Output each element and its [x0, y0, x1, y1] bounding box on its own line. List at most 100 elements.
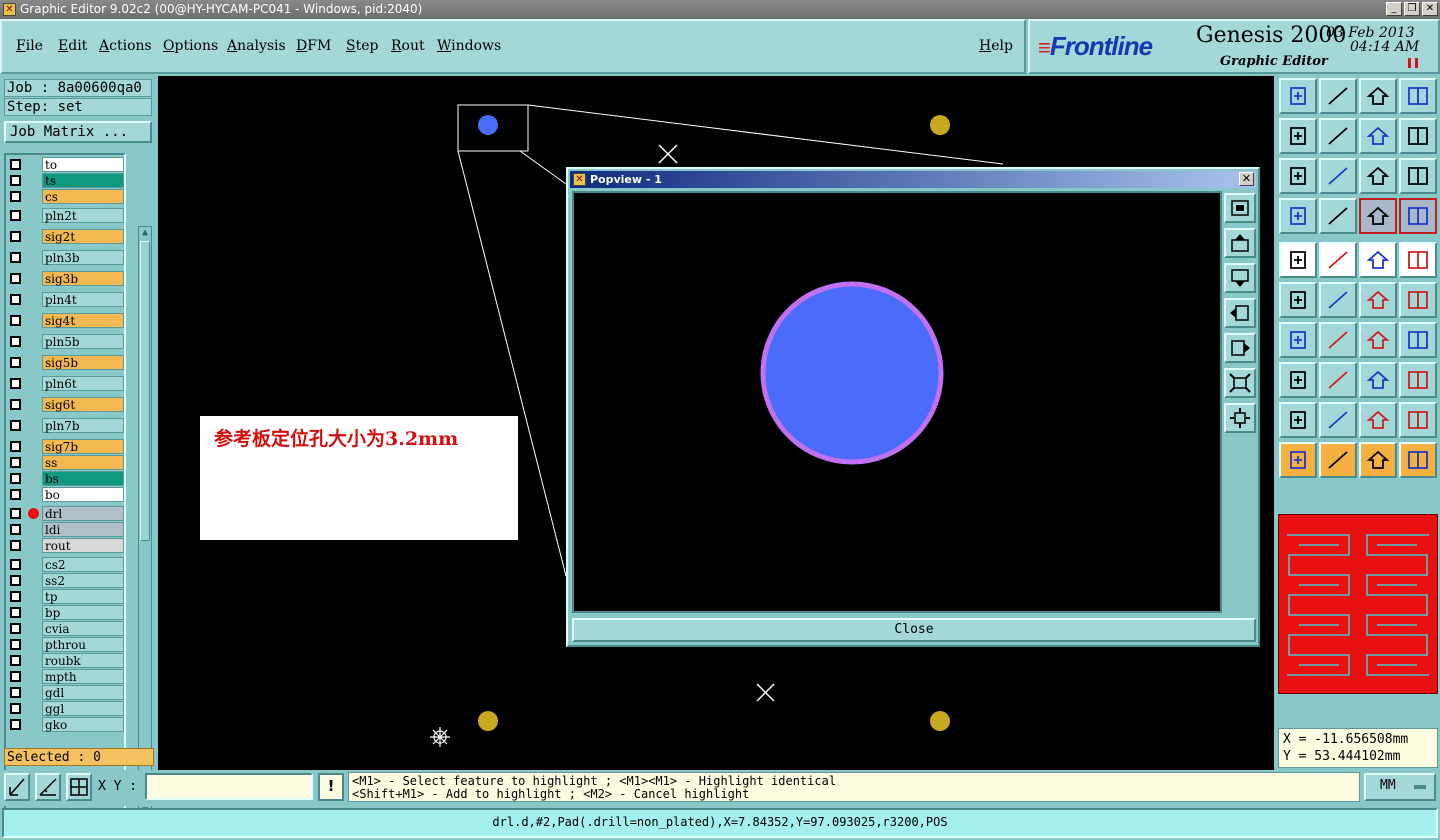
- layer-name[interactable]: sig2t: [42, 229, 124, 244]
- units-selector[interactable]: MM: [1364, 773, 1436, 801]
- layer-checkbox[interactable]: [10, 420, 21, 431]
- close-window-icon[interactable]: ✕: [1422, 2, 1438, 16]
- menu-analysis[interactable]: Analysis: [227, 38, 286, 54]
- layer-row-pln6t[interactable]: pln6t: [8, 376, 124, 391]
- layer-checkbox[interactable]: [10, 623, 21, 634]
- cross-icon[interactable]: [1319, 282, 1357, 318]
- pan-up-icon[interactable]: [1224, 228, 1256, 258]
- layer-checkbox[interactable]: [10, 639, 21, 650]
- layer-row-ss2[interactable]: ss2: [8, 573, 124, 588]
- layer-name[interactable]: cs: [42, 189, 124, 204]
- layer-checkbox[interactable]: [10, 687, 21, 698]
- fit-icon[interactable]: [1279, 158, 1317, 194]
- layer-list-scrollbar[interactable]: ▲ ▼: [138, 226, 152, 818]
- diagonal-icon[interactable]: [1319, 322, 1357, 358]
- angle-icon[interactable]: [1279, 322, 1317, 358]
- connect-icon[interactable]: [1279, 282, 1317, 318]
- layer-row-bp[interactable]: bp: [8, 605, 124, 620]
- layer-name[interactable]: tp: [42, 589, 124, 604]
- scale-1-2-icon[interactable]: [1359, 158, 1397, 194]
- redraw-icon[interactable]: [1399, 118, 1437, 154]
- layer-checkbox[interactable]: [10, 655, 21, 666]
- triangle-alt-icon[interactable]: [1319, 402, 1357, 438]
- layer-checkbox[interactable]: [10, 231, 21, 242]
- layer-name[interactable]: to: [42, 157, 124, 172]
- measure-icon[interactable]: [35, 773, 61, 801]
- panel-thumbnail[interactable]: [1278, 514, 1438, 694]
- layer-name[interactable]: drl: [42, 506, 124, 521]
- layer-row-tp[interactable]: tp: [8, 589, 124, 604]
- layer-name[interactable]: pthrou: [42, 637, 124, 652]
- layer-row-pln3b[interactable]: pln3b: [8, 250, 124, 265]
- pad-select-icon[interactable]: [1279, 242, 1317, 278]
- layer-row-sig4t[interactable]: sig4t: [8, 313, 124, 328]
- layer-name[interactable]: cs2: [42, 557, 124, 572]
- layer-checkbox[interactable]: [10, 508, 21, 519]
- layer-name[interactable]: ldi: [42, 522, 124, 537]
- undo-zoom-icon[interactable]: [1359, 118, 1397, 154]
- pan-down-icon[interactable]: [1224, 263, 1256, 293]
- warning-icon[interactable]: !: [318, 773, 344, 801]
- layer-row-pln5b[interactable]: pln5b: [8, 334, 124, 349]
- grid-icon[interactable]: [66, 773, 92, 801]
- layer-name[interactable]: bp: [42, 605, 124, 620]
- layer-name[interactable]: cvia: [42, 621, 124, 636]
- layer-row-sig3b[interactable]: sig3b: [8, 271, 124, 286]
- layer-name[interactable]: ss: [42, 455, 124, 470]
- popview-canvas[interactable]: [572, 191, 1222, 613]
- layer-checkbox[interactable]: [10, 703, 21, 714]
- layer-checkbox[interactable]: [10, 473, 21, 484]
- pan-down-icon[interactable]: [1319, 78, 1357, 114]
- layer-checkbox[interactable]: [10, 457, 21, 468]
- layer-name[interactable]: pln2t: [42, 208, 124, 223]
- layer-checkbox[interactable]: [10, 191, 21, 202]
- layer-checkbox[interactable]: [10, 378, 21, 389]
- zoom-center-icon[interactable]: [1319, 158, 1357, 194]
- popview-titlebar[interactable]: ✕ Popview - 1 ✕: [570, 171, 1256, 188]
- scroll-up-icon[interactable]: ▲: [139, 227, 151, 239]
- layer-name[interactable]: sig4t: [42, 313, 124, 328]
- restore-icon[interactable]: ❐: [1404, 2, 1420, 16]
- line-snap-icon[interactable]: [1359, 282, 1397, 318]
- menu-edit[interactable]: Edit: [58, 38, 87, 54]
- layer-checkbox[interactable]: [10, 357, 21, 368]
- layer-checkbox[interactable]: [10, 399, 21, 410]
- layer-tree-icon[interactable]: [1359, 198, 1397, 234]
- menu-options[interactable]: Options: [163, 38, 218, 54]
- layer-row-sig7b[interactable]: sig7b: [8, 439, 124, 454]
- line-add-icon[interactable]: [1319, 362, 1357, 398]
- layer-list[interactable]: to ts cs pln2t sig2t pln3b sig3b pln4t sig4t pln5…: [4, 153, 126, 815]
- shape-icon[interactable]: [1319, 242, 1357, 278]
- ring-icon[interactable]: [1399, 242, 1437, 278]
- snap-icon[interactable]: [4, 773, 30, 801]
- layer-row-ss[interactable]: ss: [8, 455, 124, 470]
- layer-name[interactable]: gko: [42, 717, 124, 732]
- zoom-home-icon[interactable]: [1224, 193, 1256, 223]
- home-icon[interactable]: [1359, 78, 1397, 114]
- pan-right-icon[interactable]: [1319, 118, 1357, 154]
- layer-name[interactable]: gdl: [42, 685, 124, 700]
- layer-checkbox[interactable]: [10, 441, 21, 452]
- scroll-thumb[interactable]: [140, 241, 150, 541]
- grid-toggle-icon[interactable]: [1319, 198, 1357, 234]
- layer-checkbox[interactable]: [10, 719, 21, 730]
- dimension-icon[interactable]: [1359, 362, 1397, 398]
- layer-row-bs[interactable]: bs: [8, 471, 124, 486]
- help-icon[interactable]: [1399, 158, 1437, 194]
- layer-row-gdl[interactable]: gdl: [8, 685, 124, 700]
- layer-row-sig2t[interactable]: sig2t: [8, 229, 124, 244]
- menu-file[interactable]: File: [16, 38, 43, 54]
- x-app-icon[interactable]: ✕: [3, 3, 16, 16]
- zoom-in-icon[interactable]: [1224, 403, 1256, 433]
- pad-add-icon[interactable]: [1279, 362, 1317, 398]
- layer-name[interactable]: bo: [42, 487, 124, 502]
- layer-checkbox[interactable]: [10, 540, 21, 551]
- layer-row-pln7b[interactable]: pln7b: [8, 418, 124, 433]
- arch-icon[interactable]: [1359, 402, 1397, 438]
- layer-name[interactable]: sig3b: [42, 271, 124, 286]
- popview-close-icon[interactable]: ✕: [1239, 172, 1254, 186]
- pause-icon[interactable]: [1408, 58, 1418, 68]
- layer-checkbox[interactable]: [10, 671, 21, 682]
- layer-row-bo[interactable]: bo: [8, 487, 124, 502]
- menu-rout[interactable]: Rout: [391, 38, 425, 54]
